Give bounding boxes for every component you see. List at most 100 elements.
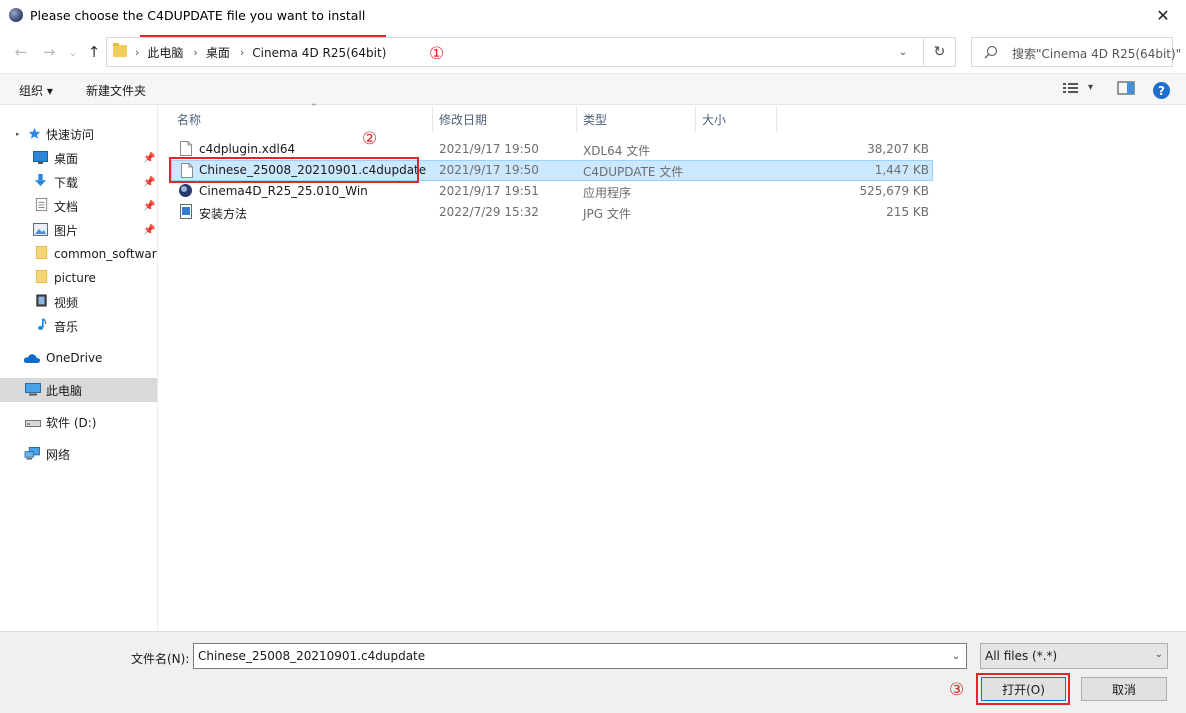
file-name: 安装方法 <box>199 207 248 221</box>
navigation-bar: ← → ⌄ ↑ › 此电脑 › 桌面 › Cinema 4D R25(64bit… <box>0 31 1186 73</box>
drive-icon <box>25 420 41 427</box>
filename-label: 文件名(N): <box>131 652 190 666</box>
sidebar-label: common_software <box>54 247 157 261</box>
file-size: 215 KB <box>886 205 929 219</box>
file-row[interactable]: Cinema4D_R25_25.010_Win 2021/9/17 19:51 … <box>171 181 933 202</box>
view-dropdown-icon[interactable]: ▾ <box>1088 82 1093 93</box>
refresh-button[interactable]: ↻ <box>923 38 955 66</box>
chevron-down-icon[interactable]: ⌄ <box>946 644 966 668</box>
document-icon <box>35 198 48 211</box>
view-options-icon[interactable] <box>1062 81 1080 98</box>
sidebar-item-music[interactable]: 音乐 <box>0 314 157 338</box>
breadcrumb-cinema4d-folder[interactable]: Cinema 4D R25(64bit) <box>252 46 386 60</box>
search-box[interactable]: 搜索"Cinema 4D R25(64bit)" <box>971 37 1181 67</box>
sidebar-item-this-pc[interactable]: 此电脑 <box>0 378 157 402</box>
sidebar-item-drive-d[interactable]: 软件 (D:) <box>0 410 157 434</box>
address-dropdown-button[interactable]: ⌄ <box>891 38 915 66</box>
sidebar-item-videos[interactable]: 视频 <box>0 290 157 314</box>
file-date: 2021/9/17 19:50 <box>439 163 539 177</box>
sidebar-label: 文档 <box>54 199 79 214</box>
navigation-pane: ▸ 快速访问 桌面 📌 下载 📌 文档 📌 图片 📌 common_softwa… <box>0 106 158 631</box>
new-folder-button[interactable]: 新建文件夹 <box>86 82 146 99</box>
preview-pane-icon[interactable] <box>1117 81 1135 98</box>
address-bar[interactable]: › 此电脑 › 桌面 › Cinema 4D R25(64bit) ⌄ ↻ <box>106 37 956 67</box>
sidebar-item-common-software[interactable]: common_software <box>0 242 157 266</box>
file-type: 应用程序 <box>583 186 632 200</box>
breadcrumb: › 此电脑 › 桌面 › Cinema 4D R25(64bit) <box>133 44 394 61</box>
annotation-step-1: ① <box>429 44 445 64</box>
file-date: 2021/9/17 19:50 <box>439 142 539 156</box>
sidebar-item-network[interactable]: 网络 <box>0 442 157 466</box>
forward-button[interactable]: → <box>38 41 60 63</box>
pin-icon: 📌 <box>143 152 156 164</box>
filename-value: Chinese_25008_20210901.c4dupdate <box>198 649 426 663</box>
file-row[interactable]: 安装方法 2022/7/29 15:32 JPG 文件 215 KB <box>171 202 933 223</box>
help-icon[interactable]: ? <box>1153 82 1170 99</box>
sidebar-item-onedrive[interactable]: OneDrive <box>0 346 157 370</box>
folder-icon <box>35 246 48 259</box>
chevron-down-icon: ⌄ <box>1154 649 1163 660</box>
file-size: 1,447 KB <box>874 163 929 177</box>
title-bar: Please choose the C4DUPDATE file you wan… <box>0 0 1186 31</box>
sidebar-item-documents[interactable]: 文档 📌 <box>0 194 157 218</box>
file-date: 2021/9/17 19:51 <box>439 184 539 198</box>
pin-icon: 📌 <box>143 224 156 236</box>
cloud-icon <box>23 354 41 363</box>
sidebar-label: 桌面 <box>54 151 79 166</box>
close-button[interactable]: ✕ <box>1140 0 1186 31</box>
file-icon <box>180 141 192 156</box>
up-button[interactable]: ↑ <box>83 41 105 63</box>
organize-menu[interactable]: 组织 ▾ <box>19 82 53 99</box>
annotation-step-2: ② <box>362 129 378 149</box>
sidebar-label: 软件 (D:) <box>46 415 97 430</box>
file-type: C4DUPDATE 文件 <box>583 165 684 179</box>
sidebar-label: 图片 <box>54 223 79 238</box>
filename-input[interactable]: Chinese_25008_20210901.c4dupdate ⌄ <box>193 643 967 669</box>
pin-icon: 📌 <box>143 176 156 188</box>
file-type-filter[interactable]: All files (*.*) ⌄ <box>980 643 1168 669</box>
sidebar-label: 快速访问 <box>46 127 95 142</box>
column-header-name[interactable]: ⌃ 名称 <box>171 103 433 132</box>
file-date: 2022/7/29 15:32 <box>439 205 539 219</box>
desktop-icon <box>33 151 48 164</box>
sort-ascending-icon: ⌃ <box>310 103 318 113</box>
column-header-type[interactable]: 类型 <box>577 106 696 132</box>
breadcrumb-this-pc[interactable]: 此电脑 <box>147 44 183 61</box>
column-header-size[interactable]: 大小 <box>696 106 777 132</box>
sidebar-item-quick-access[interactable]: ▸ 快速访问 <box>0 122 157 146</box>
folder-icon <box>35 270 48 283</box>
toolbar: 组织 ▾ 新建文件夹 ▾ ? <box>0 73 1186 105</box>
sidebar-label: 音乐 <box>54 319 79 334</box>
annotation-highlight-box <box>169 157 419 183</box>
window-title: Please choose the C4DUPDATE file you wan… <box>30 8 366 23</box>
recent-locations-button[interactable]: ⌄ <box>62 41 84 63</box>
file-size: 525,679 KB <box>859 184 929 198</box>
pin-icon: 📌 <box>143 200 156 212</box>
annotation-underline <box>140 35 386 37</box>
chevron-right-icon: › <box>193 46 198 59</box>
sidebar-item-picture-folder[interactable]: picture <box>0 266 157 290</box>
file-type: XDL64 文件 <box>583 144 651 158</box>
video-icon <box>36 294 47 307</box>
annotation-step-3: ③ <box>949 680 965 700</box>
file-name: Cinema4D_R25_25.010_Win <box>199 184 368 198</box>
sidebar-label: OneDrive <box>46 351 103 365</box>
chevron-right-icon: › <box>239 46 245 59</box>
file-name: c4dplugin.xdl64 <box>199 142 296 156</box>
column-header-date[interactable]: 修改日期 <box>433 106 577 132</box>
open-button[interactable]: 打开(O) <box>981 677 1066 701</box>
cinema4d-icon <box>179 184 192 197</box>
chevron-right-icon: › <box>135 46 140 59</box>
sidebar-item-desktop[interactable]: 桌面 📌 <box>0 146 157 170</box>
file-size: 38,207 KB <box>867 142 929 156</box>
sidebar-item-pictures[interactable]: 图片 📌 <box>0 218 157 242</box>
picture-icon <box>33 223 48 236</box>
breadcrumb-desktop[interactable]: 桌面 <box>206 44 230 61</box>
sidebar-label: 视频 <box>54 295 79 310</box>
star-icon <box>28 127 41 139</box>
sidebar-item-downloads[interactable]: 下载 📌 <box>0 170 157 194</box>
download-icon <box>34 174 47 187</box>
file-list: ⌃ 名称 修改日期 类型 大小 c4dplugin.xdl64 2021/9/1… <box>159 103 1186 631</box>
cancel-button[interactable]: 取消 <box>1081 677 1167 701</box>
back-button[interactable]: ← <box>10 41 32 63</box>
